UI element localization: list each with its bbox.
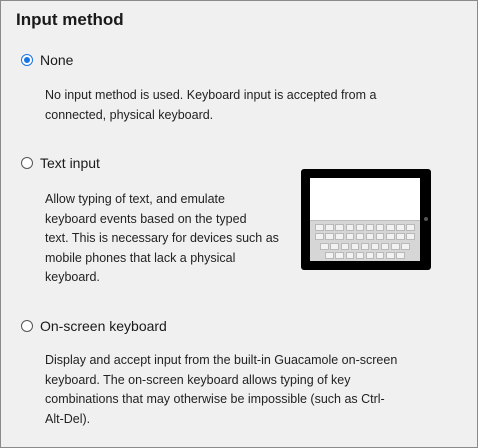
on-screen-keyboard-graphic <box>310 220 420 261</box>
keyboard-key <box>335 233 345 241</box>
keyboard-key <box>315 233 324 241</box>
radio-on-screen-keyboard[interactable] <box>21 320 33 332</box>
keyboard-key <box>315 224 324 231</box>
keyboard-key <box>345 233 355 241</box>
radio-text-input[interactable] <box>21 157 33 169</box>
keyboard-key <box>365 251 375 259</box>
keyboard-key <box>385 224 395 231</box>
keyboard-key <box>365 224 375 231</box>
keyboard-key <box>406 224 415 231</box>
keyboard-key <box>396 251 405 259</box>
keyboard-key <box>375 224 385 231</box>
tablet-keyboard-icon <box>301 169 431 270</box>
option-on-screen-keyboard-description: Display and accept input from the built-… <box>45 351 397 429</box>
keyboard-key <box>335 224 345 231</box>
keyboard-key <box>370 242 380 250</box>
keyboard-key <box>380 242 390 250</box>
keyboard-key <box>401 242 410 250</box>
keyboard-key <box>325 233 334 241</box>
desc-line: keyboard. The on-screen keyboard allows … <box>45 372 351 387</box>
keyboard-key <box>330 242 339 250</box>
option-text-input[interactable]: Text input <box>21 155 100 171</box>
keyboard-key <box>385 251 395 259</box>
tablet-screen <box>310 178 420 261</box>
keyboard-key <box>385 233 395 241</box>
keyboard-key <box>325 224 334 231</box>
section-title: Input method <box>16 10 124 29</box>
desc-line: mobile phones that lack a physical <box>45 250 236 265</box>
keyboard-key <box>320 242 329 250</box>
option-text-input-label: Text input <box>40 155 100 171</box>
option-none-label: None <box>40 52 74 68</box>
tablet-home-button <box>424 217 428 221</box>
keyboard-key <box>406 233 415 241</box>
keyboard-key <box>345 251 355 259</box>
keyboard-key <box>396 233 405 241</box>
desc-line: combinations that may otherwise be impos… <box>45 392 385 406</box>
desc-line: connected, physical keyboard. <box>45 107 214 122</box>
option-text-input-description: Allow typing of text, and emulate keyboa… <box>45 190 279 288</box>
option-on-screen-keyboard-label: On-screen keyboard <box>40 318 167 334</box>
keyboard-key <box>396 224 405 231</box>
desc-line: text. This is necessary for devices such… <box>45 231 279 245</box>
keyboard-key <box>355 251 365 259</box>
option-on-screen-keyboard[interactable]: On-screen keyboard <box>21 318 167 334</box>
keyboard-key <box>355 233 365 241</box>
keyboard-key <box>335 251 345 259</box>
desc-line: Display and accept input from the built-… <box>45 353 398 367</box>
keyboard-key <box>345 224 355 231</box>
desc-line: Allow typing of text, and emulate <box>45 192 225 206</box>
keyboard-key <box>325 251 334 259</box>
keyboard-key <box>350 242 360 250</box>
keyboard-key <box>340 242 350 250</box>
input-method-panel: Input method None No input method is use… <box>0 0 478 448</box>
keyboard-key <box>355 224 365 231</box>
desc-line: keyboard. <box>45 270 100 284</box>
option-none[interactable]: None <box>21 52 73 68</box>
keyboard-key <box>375 233 385 241</box>
keyboard-key <box>360 242 370 250</box>
desc-line: No input method is used. Keyboard input … <box>45 88 377 102</box>
keyboard-key <box>365 233 375 241</box>
keyboard-key <box>375 251 385 259</box>
option-none-description: No input method is used. Keyboard input … <box>45 86 376 125</box>
radio-none[interactable] <box>21 54 33 66</box>
desc-line: Alt-Del). <box>45 411 91 426</box>
desc-line: keyboard events based on the typed <box>45 211 247 226</box>
keyboard-key <box>391 242 400 250</box>
